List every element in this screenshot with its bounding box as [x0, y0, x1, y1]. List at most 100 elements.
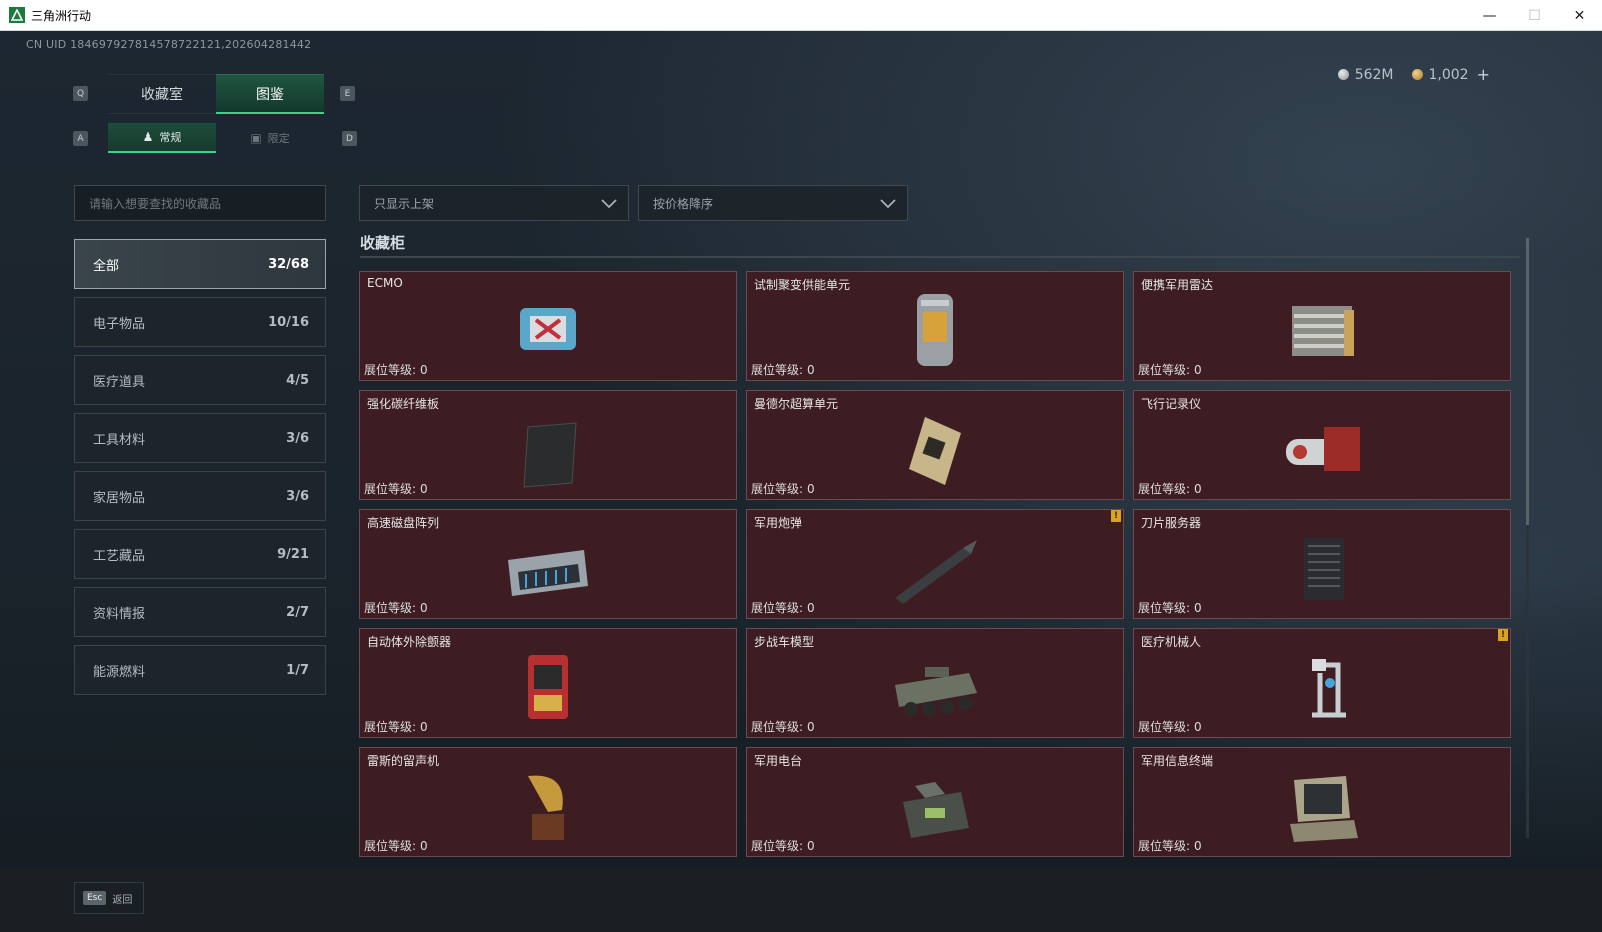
item-name: 军用电台: [754, 754, 803, 768]
collection-card[interactable]: 便携军用雷达 展位等级: 0: [1133, 271, 1511, 381]
display-level-value: 0: [420, 482, 428, 496]
game-screen: CN UID 184697927814578722121,20260428144…: [0, 31, 1602, 932]
ecmo-icon: [520, 308, 576, 350]
display-level-label: 展位等级:: [364, 363, 417, 377]
collection-card[interactable]: 雷斯的留声机 展位等级: 0: [359, 747, 737, 857]
shelf-filter-dropdown[interactable]: 只显示上架: [359, 185, 629, 221]
terminal-icon: [1290, 776, 1358, 842]
category-intel[interactable]: 资料情报 2/7: [74, 587, 326, 637]
key-hint-d: D: [342, 131, 357, 146]
category-count: 2/7: [286, 604, 309, 620]
display-level-label: 展位等级:: [364, 720, 417, 734]
gold-amount: 1,002: [1428, 66, 1469, 83]
tab-label: 常规: [159, 131, 182, 144]
collection-card[interactable]: 刀片服务器展位等级: 0: [1133, 509, 1511, 619]
tab-label: 收藏室: [141, 87, 183, 103]
collection-card[interactable]: 高速磁盘阵列 展位等级: 0: [359, 509, 737, 619]
display-level-label: 展位等级:: [1138, 839, 1191, 853]
key-hint-e: E: [340, 86, 355, 101]
key-hint-q: Q: [73, 86, 88, 101]
category-label: 能源燃料: [93, 664, 146, 680]
medical-robot-icon: [1312, 659, 1346, 718]
chevron-down-icon: [880, 199, 896, 209]
maximize-button[interactable]: ☐: [1512, 0, 1557, 31]
figure-icon: ♟: [142, 130, 154, 144]
category-medical[interactable]: 医疗道具 4/5: [74, 355, 326, 405]
radar-icon: [1292, 306, 1354, 356]
section-divider: [360, 256, 1520, 258]
category-count: 1/7: [286, 662, 309, 678]
display-level: 展位等级: 0: [1138, 599, 1202, 616]
display-level-label: 展位等级:: [751, 601, 804, 615]
display-level-value: 0: [1194, 363, 1202, 377]
collection-card[interactable]: 医疗机械人 展位等级: 0!: [1133, 628, 1511, 738]
category-label: 工具材料: [93, 432, 146, 448]
player-uid: CN UID 184697927814578722121,20260428144…: [26, 38, 312, 51]
collection-card[interactable]: 军用信息终端 展位等级: 0: [1133, 747, 1511, 857]
collection-card[interactable]: 飞行记录仪 展位等级: 0: [1133, 390, 1511, 500]
category-count: 9/21: [277, 546, 309, 562]
bottom-bar: Esc 返回: [0, 867, 1602, 932]
display-level: 展位等级: 0: [751, 361, 815, 378]
display-level: 展位等级: 0: [364, 480, 428, 497]
tab-regular[interactable]: ♟ 常规: [108, 123, 216, 153]
item-name: 高速磁盘阵列: [367, 516, 440, 530]
collection-card[interactable]: 曼德尔超算单元 展位等级: 0: [746, 390, 1124, 500]
collection-card[interactable]: 军用炮弹 展位等级: 0!: [746, 509, 1124, 619]
currency-silver: 562M: [1337, 67, 1394, 83]
category-electronics[interactable]: 电子物品 10/16: [74, 297, 326, 347]
display-level: 展位等级: 0: [364, 599, 428, 616]
display-level-value: 0: [420, 839, 428, 853]
sub-tabs: ♟ 常规 ▣ 限定: [108, 123, 324, 153]
tab-collection-room[interactable]: 收藏室: [108, 74, 216, 114]
cpu-icon: [909, 417, 961, 485]
display-level-value: 0: [1194, 839, 1202, 853]
category-crafts[interactable]: 工艺藏品 9/21: [74, 529, 326, 579]
collection-card[interactable]: ECMO 展位等级: 0: [359, 271, 737, 381]
currency-bar: 562M 1,002 +: [1337, 65, 1490, 84]
category-count: 10/16: [268, 314, 309, 330]
display-level: 展位等级: 0: [751, 718, 815, 735]
collection-card[interactable]: 军用电台 展位等级: 0: [746, 747, 1124, 857]
item-name: 刀片服务器: [1141, 516, 1202, 530]
search-input[interactable]: 请输入想要查找的收藏品: [74, 185, 326, 221]
category-household[interactable]: 家居物品 3/6: [74, 471, 326, 521]
category-all[interactable]: 全部 32/68: [74, 239, 326, 289]
display-level: 展位等级: 0: [364, 837, 428, 854]
collection-card[interactable]: 试制聚变供能单元 展位等级: 0: [746, 271, 1124, 381]
display-level-label: 展位等级:: [751, 363, 804, 377]
collection-card[interactable]: 自动体外除颤器 展位等级: 0: [359, 628, 737, 738]
add-currency-button[interactable]: +: [1477, 65, 1490, 84]
flight-recorder-icon: [1286, 427, 1360, 471]
category-count: 3/6: [286, 430, 309, 446]
tab-label: 限定: [267, 132, 290, 145]
category-label: 电子物品: [93, 316, 146, 332]
category-tools[interactable]: 工具材料 3/6: [74, 413, 326, 463]
display-level-value: 0: [807, 720, 815, 734]
category-list: 全部 32/68 电子物品 10/16 医疗道具 4/5 工具材料 3/6 家居…: [74, 239, 326, 703]
scrollbar-thumb[interactable]: [1526, 238, 1529, 525]
display-level: 展位等级: 0: [364, 361, 428, 378]
gramophone-icon: [528, 775, 564, 840]
tab-limited[interactable]: ▣ 限定: [216, 123, 324, 153]
collection-card[interactable]: 步战车模型 展位等级: 0: [746, 628, 1124, 738]
currency-gold: 1,002 +: [1411, 65, 1490, 84]
carbon-plate-icon: [523, 422, 577, 488]
display-level-value: 0: [1194, 601, 1202, 615]
collection-card[interactable]: 强化碳纤维板 展位等级: 0: [359, 390, 737, 500]
back-button[interactable]: Esc 返回: [74, 882, 144, 914]
key-hint-a: A: [73, 131, 88, 146]
close-button[interactable]: ✕: [1557, 0, 1602, 31]
sort-dropdown[interactable]: 按价格降序: [638, 185, 908, 221]
ifv-model-icon: [895, 667, 977, 716]
minimize-button[interactable]: —: [1467, 0, 1512, 31]
category-label: 资料情报: [93, 606, 146, 622]
category-energy[interactable]: 能源燃料 1/7: [74, 645, 326, 695]
collection-grid-viewport: ECMO 展位等级: 0 试制聚变供能单元 展位等级: 0 便携军用雷达 展位等级: 0 强化碳纤…: [359, 271, 1521, 861]
display-level-value: 0: [807, 839, 815, 853]
display-level: 展位等级: 0: [1138, 361, 1202, 378]
shell-icon: [895, 540, 977, 604]
tab-catalog[interactable]: 图鉴: [216, 74, 324, 114]
warning-badge-icon: !: [1498, 629, 1508, 641]
display-level-value: 0: [420, 720, 428, 734]
